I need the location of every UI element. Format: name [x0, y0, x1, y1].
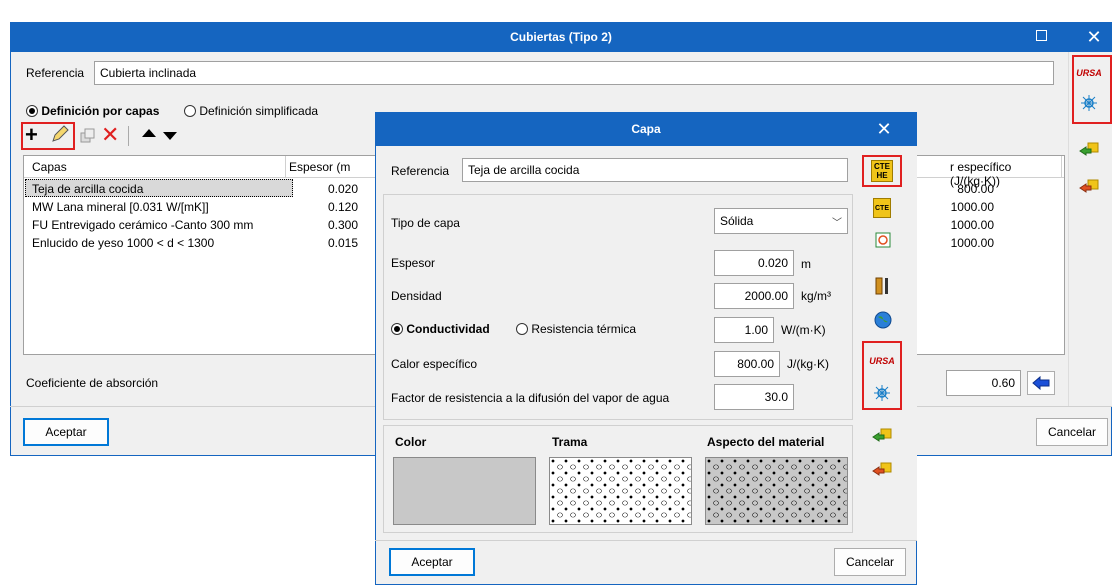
material-library-icon[interactable]	[871, 382, 893, 404]
aspecto-swatch[interactable]	[705, 457, 848, 525]
capa-bottom-divider	[375, 540, 917, 541]
capa-cancelar-button[interactable]: Cancelar	[834, 548, 906, 576]
row-espesor: 0.300	[327, 218, 358, 232]
delete-icon[interactable]: ✕	[101, 122, 119, 148]
color-header: Color	[395, 435, 427, 449]
aceptar-button[interactable]: Aceptar	[23, 418, 109, 446]
main-title: Cubiertas (Tipo 2)	[510, 30, 612, 44]
row-name[interactable]: FU Entrevigado cerámico -Canto 300 mm	[32, 218, 253, 232]
absorcion-label: Coeficiente de absorción	[26, 376, 159, 390]
radio-icon	[184, 105, 196, 117]
radio-definicion-simplificada[interactable]: Definición simplificada	[184, 104, 318, 118]
row-calor: 1000.00	[950, 218, 994, 232]
conductividad-unit: W/(m·K)	[781, 323, 826, 337]
color-swatch[interactable]	[393, 457, 536, 525]
material-library-icon[interactable]	[1078, 92, 1100, 114]
radio-icon	[391, 323, 403, 335]
export-icon[interactable]	[1078, 176, 1100, 198]
col-divider	[285, 156, 286, 178]
row-calor: 1000.00	[950, 236, 994, 250]
radio-definicion-capas[interactable]: Definición por capas	[26, 104, 159, 118]
capa-title: Capa	[631, 122, 661, 136]
aspecto-header: Aspecto del material	[707, 435, 825, 449]
row-espesor: 0.020	[327, 182, 358, 196]
trama-swatch[interactable]	[549, 457, 692, 525]
cte-icon[interactable]: CTE	[873, 198, 891, 218]
globe-icon[interactable]	[872, 309, 894, 331]
ursa-icon[interactable]: URSA	[869, 350, 895, 372]
capa-close-icon[interactable]: ✕	[874, 116, 894, 142]
ursa-icon[interactable]: URSA	[1076, 62, 1102, 84]
copy-icon[interactable]	[80, 128, 96, 147]
cancelar-button[interactable]: Cancelar	[1036, 418, 1108, 446]
calor-unit: J/(kg·K)	[787, 357, 829, 371]
pick-absorcion-button[interactable]	[1027, 371, 1055, 395]
vapor-input[interactable]: 30.0	[714, 384, 794, 410]
col-header-espesor: Espesor (m	[289, 160, 351, 174]
trama-header: Trama	[552, 435, 588, 449]
export-icon[interactable]	[871, 459, 893, 481]
tipo-label: Tipo de capa	[391, 216, 460, 230]
move-down-icon[interactable]	[163, 132, 177, 140]
espesor-unit: m	[801, 257, 811, 271]
row-espesor: 0.120	[327, 200, 358, 214]
radio-conductividad[interactable]: Conductividad	[391, 322, 490, 336]
separator	[128, 126, 129, 146]
espesor-label: Espesor	[391, 256, 436, 270]
vapor-label: Factor de resistencia a la difusión del …	[391, 391, 670, 405]
row-espesor: 0.015	[327, 236, 358, 250]
tipo-select[interactable]: Sólida ﹀	[714, 208, 848, 234]
absorcion-input[interactable]: 0.60	[946, 370, 1021, 396]
chevron-down-icon: ﹀	[832, 217, 842, 229]
main-titlebar: Cubiertas (Tipo 2)	[10, 22, 1112, 52]
document-icon[interactable]	[872, 229, 894, 251]
row-name[interactable]: MW Lana mineral [0.031 W/[mK]]	[32, 200, 209, 214]
calor-input[interactable]: 800.00	[714, 351, 780, 377]
row-calor: 1000.00	[950, 200, 994, 214]
capa-aceptar-button[interactable]: Aceptar	[389, 548, 475, 576]
import-icon[interactable]	[871, 425, 893, 447]
col-header-capas: Capas	[32, 160, 67, 174]
pencil-icon[interactable]	[50, 124, 70, 147]
row-name: Teja de arcilla cocida	[32, 182, 144, 196]
capa-titlebar: Capa	[375, 112, 917, 146]
col-divider	[1061, 156, 1062, 178]
row-name[interactable]: Enlucido de yeso 1000 < d < 1300	[32, 236, 214, 250]
calor-label: Calor específico	[391, 357, 478, 371]
add-icon[interactable]: +	[25, 123, 38, 147]
espesor-input[interactable]: 0.020	[714, 250, 794, 276]
radio-icon	[516, 323, 528, 335]
densidad-label: Densidad	[391, 289, 442, 303]
row-calor: 800.00	[957, 182, 994, 196]
referencia-input[interactable]: Cubierta inclinada	[94, 61, 1054, 85]
radio-icon	[26, 105, 38, 117]
move-up-icon[interactable]	[142, 129, 156, 137]
densidad-input[interactable]: 2000.00	[714, 283, 794, 309]
close-icon[interactable]: ✕	[1084, 24, 1104, 50]
capa-referencia-label: Referencia	[391, 164, 450, 178]
radio-resistencia[interactable]: Resistencia térmica	[516, 322, 636, 336]
cte-he-icon[interactable]: CTE HE	[871, 160, 893, 182]
capa-referencia-input[interactable]: Teja de arcilla cocida	[462, 158, 848, 182]
densidad-unit: kg/m³	[801, 289, 831, 303]
import-icon[interactable]	[1078, 139, 1100, 161]
maximize-button[interactable]	[1036, 30, 1047, 41]
referencia-label: Referencia	[26, 66, 85, 80]
layers-icon[interactable]	[872, 275, 894, 297]
conductividad-input[interactable]: 1.00	[714, 317, 774, 343]
arrow-left-icon	[1032, 376, 1050, 390]
